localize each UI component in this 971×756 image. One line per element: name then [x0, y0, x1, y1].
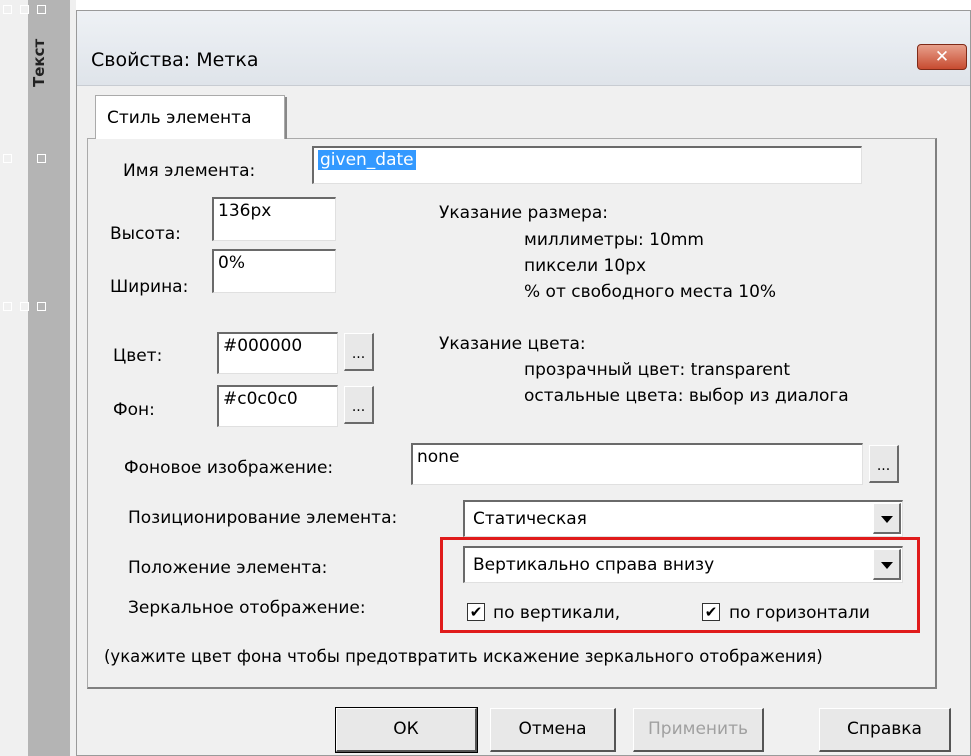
- placement-label: Положение элемента:: [128, 558, 328, 578]
- size-hint-px: пиксели 10px: [524, 256, 647, 276]
- selection-handle[interactable]: [37, 5, 46, 14]
- positioning-value: Статическая: [473, 509, 587, 529]
- selection-handle[interactable]: [20, 5, 29, 14]
- close-button[interactable]: ✕: [917, 44, 967, 70]
- bgimage-value: none: [417, 447, 460, 467]
- color-label: Цвет:: [113, 346, 163, 366]
- color-value: #000000: [223, 336, 303, 356]
- mirror-label: Зеркальное отображение:: [128, 598, 366, 618]
- width-label: Ширина:: [110, 277, 189, 297]
- tab-edge: [285, 97, 287, 139]
- apply-button[interactable]: Применить: [633, 708, 764, 752]
- selection-handle[interactable]: [37, 302, 46, 311]
- close-icon: ✕: [934, 47, 950, 67]
- width-value: 0%: [218, 253, 245, 273]
- name-value: given_date: [318, 150, 416, 170]
- color-hint-other: остальные цвета: выбор из диалога: [524, 386, 849, 406]
- selection-handle[interactable]: [20, 302, 29, 311]
- ellipsis-icon: ...: [876, 458, 891, 474]
- positioning-label: Позиционирование элемента:: [128, 508, 398, 528]
- bg-picker-button[interactable]: ...: [344, 386, 374, 424]
- designer-panel: [28, 0, 70, 756]
- name-input[interactable]: given_date: [312, 146, 862, 184]
- height-value: 136px: [218, 201, 272, 221]
- selection-handle[interactable]: [3, 5, 12, 14]
- width-input[interactable]: 0%: [212, 249, 336, 293]
- ok-button[interactable]: ОК: [335, 707, 478, 753]
- designer-background: Текст: [0, 0, 76, 756]
- size-hint-pct: % от свободного места 10%: [524, 282, 777, 302]
- dialog-title: Свойства: Метка: [91, 49, 259, 71]
- height-label: Высота:: [110, 224, 181, 244]
- ellipsis-icon: ...: [351, 399, 366, 415]
- highlight-box: [440, 537, 920, 633]
- color-hint-transparent: прозрачный цвет: transparent: [524, 360, 791, 380]
- color-input[interactable]: #000000: [217, 332, 338, 374]
- designer-panel-label: Текст: [30, 38, 48, 88]
- help-button[interactable]: Справка: [819, 708, 951, 752]
- positioning-select[interactable]: Статическая: [463, 500, 903, 537]
- bg-input[interactable]: #c0c0c0: [217, 385, 338, 427]
- mirror-note: (укажите цвет фона чтобы предотвратить и…: [104, 647, 823, 666]
- height-input[interactable]: 136px: [212, 197, 336, 241]
- bg-value: #c0c0c0: [223, 389, 298, 409]
- tab-element-style[interactable]: Стиль элемента: [95, 95, 285, 139]
- color-picker-button[interactable]: ...: [344, 333, 374, 371]
- size-hint-mm: миллиметры: 10mm: [524, 230, 704, 250]
- selection-handle[interactable]: [3, 154, 12, 163]
- properties-dialog: Свойства: Метка ✕ Стиль элемента Имя эле…: [76, 10, 971, 756]
- ellipsis-icon: ...: [351, 346, 366, 362]
- bgimage-browse-button[interactable]: ...: [869, 445, 899, 483]
- bgimage-label: Фоновое изображение:: [124, 458, 334, 478]
- dialog-titlebar[interactable]: Свойства: Метка ✕: [77, 11, 970, 86]
- name-label: Имя элемента:: [123, 161, 256, 181]
- cancel-button[interactable]: Отмена: [490, 708, 616, 752]
- tab-label: Стиль элемента: [107, 108, 252, 128]
- size-hint-title: Указание размера:: [439, 203, 608, 223]
- selection-handle[interactable]: [3, 302, 12, 311]
- chevron-down-icon[interactable]: [873, 503, 901, 534]
- bg-label: Фон:: [113, 400, 155, 420]
- selection-handle[interactable]: [37, 154, 46, 163]
- color-hint-title: Указание цвета:: [439, 334, 586, 354]
- bgimage-input[interactable]: none: [411, 443, 863, 485]
